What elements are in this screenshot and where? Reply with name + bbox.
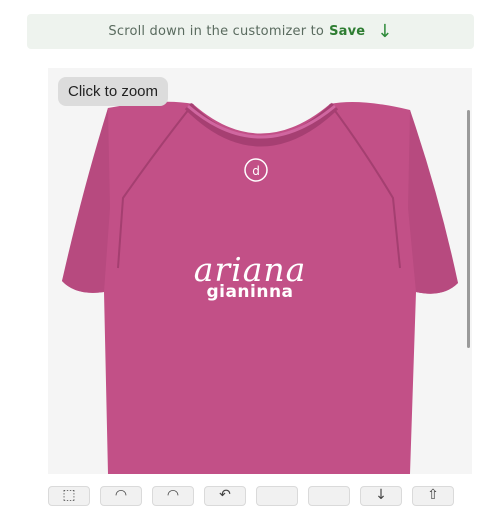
tool-button-7[interactable]: ↓ xyxy=(360,486,402,506)
scrollbar[interactable] xyxy=(467,110,470,348)
banner-text: Scroll down in the customizer to xyxy=(108,24,325,39)
move-down-icon: ↓ xyxy=(375,487,387,503)
tool-button-1[interactable]: ⬚ xyxy=(48,486,90,506)
tool-button-8[interactable]: ⇧ xyxy=(412,486,454,506)
tool-button-5[interactable] xyxy=(256,486,298,506)
rotate-icon: ↶ xyxy=(219,487,231,503)
move-up-icon: ⇧ xyxy=(427,487,439,503)
tool-button-2[interactable]: ◠ xyxy=(100,486,142,506)
save-banner: Scroll down in the customizer to Save ↓ xyxy=(27,14,474,49)
personalized-name-sub: gianinna xyxy=(206,282,294,302)
tool-button-3[interactable]: ◠ xyxy=(152,486,194,506)
customizer-toolbar: ⬚ ◠ ◠ ↶ ↓ ⇧ xyxy=(48,486,458,506)
arc-tool-icon: ◠ xyxy=(114,487,128,503)
brand-logo: d xyxy=(252,164,260,178)
select-tool-icon: ⬚ xyxy=(62,487,76,503)
save-link[interactable]: Save xyxy=(329,24,365,39)
curve-tool-icon: ◠ xyxy=(166,487,180,503)
click-to-zoom-button[interactable]: Click to zoom xyxy=(58,77,169,106)
tool-button-6[interactable] xyxy=(308,486,350,506)
tool-button-4[interactable]: ↶ xyxy=(204,486,246,506)
down-arrow-icon: ↓ xyxy=(377,20,393,42)
